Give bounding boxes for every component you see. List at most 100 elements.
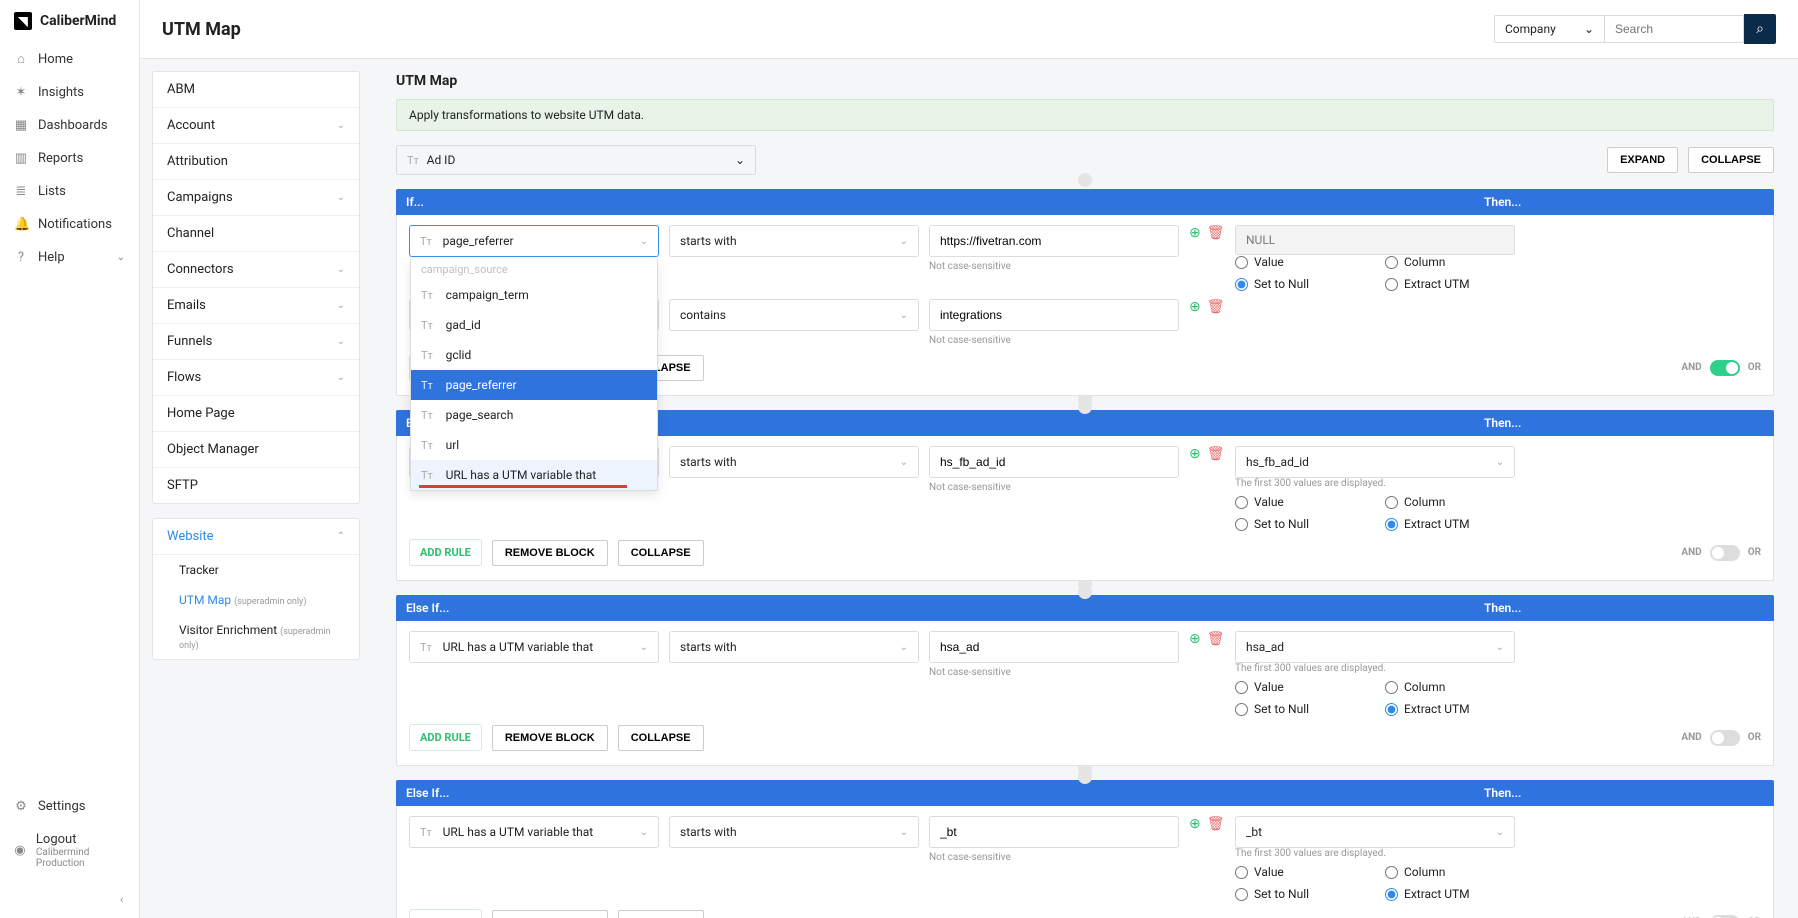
nav2-sub-utm-map[interactable]: UTM Map (superadmin only) — [153, 585, 359, 615]
radio-set-to-null[interactable]: Set to Null — [1235, 277, 1365, 291]
radio-set-to-null[interactable]: Set to Null — [1235, 887, 1365, 901]
settings-link[interactable]: ⚙ Settings — [0, 790, 139, 823]
nav2-item-home-page[interactable]: Home Page — [153, 396, 359, 432]
insert-block-icon[interactable] — [1078, 585, 1092, 599]
radio-extract-utm[interactable]: Extract UTM — [1385, 277, 1515, 291]
nav2-item-funnels[interactable]: Funnels⌄ — [153, 324, 359, 360]
radio-value[interactable]: Value — [1235, 255, 1365, 269]
website-nav-group[interactable]: Website ⌃ — [153, 519, 359, 555]
add-row-icon[interactable]: ⊕ — [1189, 631, 1201, 647]
nav2-item-object-manager[interactable]: Object Manager — [153, 432, 359, 468]
nav2-item-account[interactable]: Account⌄ — [153, 108, 359, 144]
nav2-sub-tracker[interactable]: Tracker — [153, 555, 359, 585]
dropdown-option[interactable]: Tᴛurl — [411, 430, 657, 460]
radio-value[interactable]: Value — [1235, 495, 1365, 509]
value-input[interactable] — [929, 816, 1179, 848]
logout-link[interactable]: ◉ Logout Calibermind Production — [0, 823, 139, 878]
add-rule-button[interactable]: ADD RULE — [409, 724, 482, 751]
collapse-block-button[interactable]: COLLAPSE — [618, 540, 704, 566]
then-value-select[interactable]: hs_fb_ad_id⌄ — [1235, 446, 1515, 478]
delete-row-icon[interactable]: 🗑 — [1207, 299, 1225, 315]
expand-button[interactable]: EXPAND — [1607, 147, 1678, 173]
nav2-item-connectors[interactable]: Connectors⌄ — [153, 252, 359, 288]
delete-row-icon[interactable]: 🗑 — [1207, 225, 1225, 241]
nav2-item-abm[interactable]: ABM — [153, 72, 359, 108]
nav2-item-emails[interactable]: Emails⌄ — [153, 288, 359, 324]
nav-item-home[interactable]: ⌂Home — [0, 42, 139, 76]
dropdown-option[interactable]: Tᴛcampaign_term — [411, 280, 657, 310]
add-row-icon[interactable]: ⊕ — [1189, 816, 1201, 832]
value-input[interactable] — [929, 446, 1179, 478]
delete-row-icon[interactable]: 🗑 — [1207, 446, 1225, 462]
nav-item-lists[interactable]: ≣Lists — [0, 175, 139, 208]
insert-block-icon[interactable] — [1078, 770, 1092, 784]
and-or-toggle[interactable]: AND OR — [1681, 360, 1761, 376]
radio-column[interactable]: Column — [1385, 495, 1515, 509]
add-rule-button[interactable]: ADD RULE — [409, 909, 482, 918]
value-input[interactable] — [929, 299, 1179, 331]
nav-item-insights[interactable]: ✶Insights — [0, 76, 139, 109]
search-input[interactable] — [1604, 15, 1744, 43]
remove-block-button[interactable]: REMOVE BLOCK — [492, 540, 608, 566]
radio-value[interactable]: Value — [1235, 680, 1365, 694]
value-input[interactable] — [929, 631, 1179, 663]
nav2-item-sftp[interactable]: SFTP — [153, 468, 359, 503]
dropdown-option[interactable]: campaign_source — [411, 259, 657, 280]
radio-set-to-null[interactable]: Set to Null — [1235, 702, 1365, 716]
radio-column[interactable]: Column — [1385, 255, 1515, 269]
remove-block-button[interactable]: REMOVE BLOCK — [492, 725, 608, 751]
insert-block-icon[interactable] — [1078, 173, 1092, 187]
add-row-icon[interactable]: ⊕ — [1189, 299, 1201, 315]
value-input[interactable] — [929, 225, 1179, 257]
field-select[interactable]: TᴛURL has a UTM variable that⌄ — [409, 816, 659, 848]
delete-row-icon[interactable]: 🗑 — [1207, 816, 1225, 832]
field-select[interactable]: TᴛURL has a UTM variable that⌄ — [409, 631, 659, 663]
dropdown-option[interactable]: TᴛURL has a UTM variable that — [411, 460, 657, 490]
collapse-button[interactable]: COLLAPSE — [1688, 147, 1774, 173]
then-value-select[interactable]: _bt⌄ — [1235, 816, 1515, 848]
nav2-item-flows[interactable]: Flows⌄ — [153, 360, 359, 396]
and-or-toggle[interactable]: AND OR — [1681, 915, 1761, 918]
collapse-block-button[interactable]: COLLAPSE — [618, 910, 704, 918]
field-dropdown[interactable]: campaign_sourceTᴛcampaign_termTᴛgad_idTᴛ… — [410, 259, 658, 491]
nav2-item-attribution[interactable]: Attribution — [153, 144, 359, 180]
nav2-sub-visitor-enrichment[interactable]: Visitor Enrichment (superadmin only) — [153, 615, 359, 659]
radio-extract-utm[interactable]: Extract UTM — [1385, 517, 1515, 531]
nav2-item-channel[interactable]: Channel — [153, 216, 359, 252]
operator-select[interactable]: starts with⌄ — [669, 631, 919, 663]
radio-value[interactable]: Value — [1235, 865, 1365, 879]
nav-item-dashboards[interactable]: ▦Dashboards — [0, 109, 139, 142]
search-button[interactable]: ⌕ — [1744, 14, 1776, 44]
nav-item-help[interactable]: ?Help⌄ — [0, 241, 139, 274]
radio-column[interactable]: Column — [1385, 865, 1515, 879]
toggle-switch[interactable] — [1710, 915, 1740, 918]
operator-select[interactable]: starts with⌄ — [669, 816, 919, 848]
dropdown-option[interactable]: Tᴛgad_id — [411, 310, 657, 340]
toggle-switch[interactable] — [1710, 360, 1740, 376]
remove-block-button[interactable]: REMOVE BLOCK — [492, 910, 608, 918]
dropdown-option[interactable]: Tᴛpage_referrer — [411, 370, 657, 400]
delete-row-icon[interactable]: 🗑 — [1207, 631, 1225, 647]
and-or-toggle[interactable]: AND OR — [1681, 730, 1761, 746]
insert-block-icon[interactable] — [1078, 400, 1092, 414]
radio-column[interactable]: Column — [1385, 680, 1515, 694]
add-rule-button[interactable]: ADD RULE — [409, 539, 482, 566]
radio-extract-utm[interactable]: Extract UTM — [1385, 887, 1515, 901]
operator-select[interactable]: starts with⌄ — [669, 446, 919, 478]
and-or-toggle[interactable]: AND OR — [1681, 545, 1761, 561]
toggle-switch[interactable] — [1710, 730, 1740, 746]
operator-select[interactable]: contains⌄ — [669, 299, 919, 331]
dropdown-option[interactable]: Tᴛgclid — [411, 340, 657, 370]
radio-extract-utm[interactable]: Extract UTM — [1385, 702, 1515, 716]
toggle-switch[interactable] — [1710, 545, 1740, 561]
nav2-item-campaigns[interactable]: Campaigns⌄ — [153, 180, 359, 216]
add-row-icon[interactable]: ⊕ — [1189, 225, 1201, 241]
operator-select[interactable]: starts with⌄ — [669, 225, 919, 257]
add-row-icon[interactable]: ⊕ — [1189, 446, 1201, 462]
then-value-select[interactable]: hsa_ad⌄ — [1235, 631, 1515, 663]
dropdown-option[interactable]: Tᴛpage_search — [411, 400, 657, 430]
company-select[interactable]: Company ⌄ — [1494, 15, 1604, 43]
radio-set-to-null[interactable]: Set to Null — [1235, 517, 1365, 531]
nav-item-notifications[interactable]: 🔔Notifications — [0, 208, 139, 241]
field-select[interactable]: Tᴛpage_referrer⌄campaign_sourceTᴛcampaig… — [409, 225, 659, 257]
